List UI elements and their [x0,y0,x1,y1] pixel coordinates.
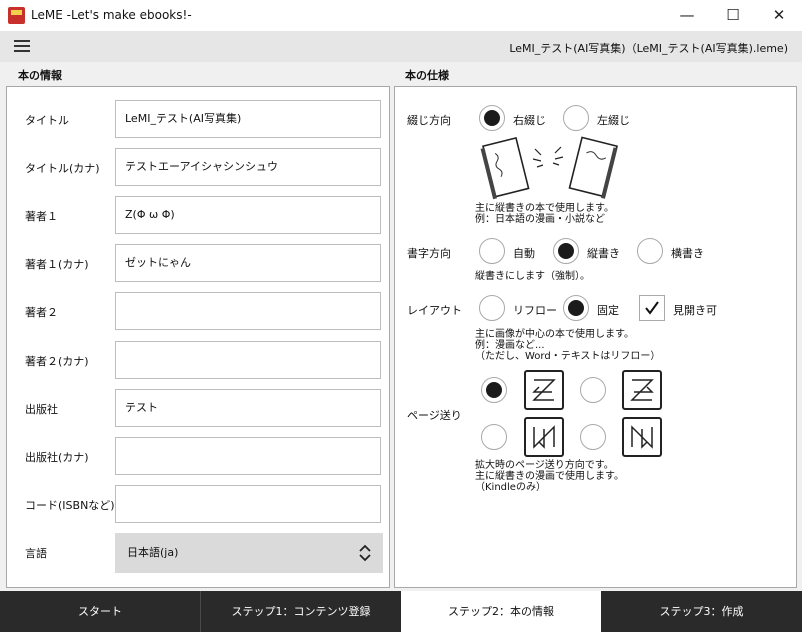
book-info-heading: 本の情報 [18,69,62,82]
layout-fixed-radio[interactable] [563,295,589,321]
hamburger-menu-icon[interactable] [14,40,30,53]
close-button[interactable]: ✕ [756,0,802,31]
page-turn-horizontal-rtl-icon [524,370,564,410]
step3-create-tab[interactable]: ステップ3：作成 [601,591,802,632]
book-info-panel: タイトル LeMI_テスト(AI写真集) タイトル(カナ) テストエーアイシャシ… [6,86,390,588]
writing-horizontal-label: 横書き [671,247,704,260]
isbn-code-input[interactable] [115,485,381,523]
book-spec-panel: 綴じ方向 右綴じ 左綴じ 主に縦書きの本で使用します。 例：日本語の漫画・小説な… [394,86,797,588]
writing-direction-label: 書字方向 [407,247,451,260]
book-spec-heading: 本の仕様 [405,69,449,82]
title-kana-input[interactable]: テストエーアイシャシンシュウ [115,148,381,186]
window-title: LeME -Let's make ebooks!- [31,8,192,22]
checkmark-icon [645,301,659,315]
field-row-publisher-kana: 出版社(カナ) [15,437,387,477]
field-row-publisher: 出版社 テスト [15,389,387,429]
writing-auto-radio[interactable] [479,238,505,264]
field-label: 著者２ [25,306,58,319]
layout-label: レイアウト [407,304,462,317]
chevron-up-down-icon [359,544,371,562]
page-turn-option-4-radio[interactable] [580,424,606,450]
minimize-button[interactable]: — [664,0,710,31]
author1-input[interactable]: Z(Φ ω Φ) [115,196,381,234]
language-select[interactable]: 日本語(ja) [115,533,383,573]
publisher-input[interactable]: テスト [115,389,381,427]
title-bar: LeME -Let's make ebooks!- — ☐ ✕ [0,0,802,31]
layout-reflow-label: リフロー [513,304,557,317]
field-row-code: コード(ISBNなど) [15,485,387,525]
field-label: 著者１ [25,210,58,223]
layout-fixed-label: 固定 [597,304,619,317]
page-turn-option-2-radio[interactable] [580,377,606,403]
writing-vertical-radio[interactable] [553,238,579,264]
publisher-kana-input[interactable] [115,437,381,475]
writing-vertical-label: 縦書き [587,247,620,260]
writing-horizontal-radio[interactable] [637,238,663,264]
page-turn-option-3-radio[interactable] [481,424,507,450]
binding-direction-book-icon [480,136,618,200]
binding-label: 綴じ方向 [407,114,451,127]
field-label: タイトル(カナ) [25,162,100,175]
page-turn-vertical-ltr-icon [622,417,662,457]
field-label: タイトル [25,114,69,127]
binding-left-radio[interactable] [563,105,589,131]
step2-book-info-tab[interactable]: ステップ2：本の情報 [401,591,601,632]
author1-kana-input[interactable]: ゼットにゃん [115,244,381,282]
page-turn-label: ページ送り [407,409,462,422]
step-start-tab[interactable]: スタート [0,591,200,632]
field-row-title: タイトル LeMI_テスト(AI写真集) [15,100,387,140]
binding-right-label: 右綴じ [513,114,546,127]
field-row-author2-kana: 著者２(カナ) [15,341,387,381]
title-input[interactable]: LeMI_テスト(AI写真集) [115,100,381,138]
page-turn-note: 拡大時のページ送り方向です。 主に縦書きの漫画で使用します。 （Kindleのみ… [475,460,624,493]
step1-content-tab[interactable]: ステップ1：コンテンツ登録 [201,591,401,632]
field-label: 出版社 [25,403,58,416]
app-logo-icon [8,7,25,24]
field-row-author1: 著者１ Z(Φ ω Φ) [15,196,387,236]
author2-input[interactable] [115,292,381,330]
field-row-author1-kana: 著者１(カナ) ゼットにゃん [15,244,387,284]
layout-reflow-radio[interactable] [479,295,505,321]
binding-note: 主に縦書きの本で使用します。 例：日本語の漫画・小説など [475,203,614,225]
field-row-author2: 著者２ [15,292,387,332]
author2-kana-input[interactable] [115,341,381,379]
project-path: LeMI_テスト(AI写真集)（LeMI_テスト(AI写真集).leme) [509,42,788,55]
binding-left-label: 左綴じ [597,114,630,127]
writing-auto-label: 自動 [513,247,535,260]
language-select-value: 日本語(ja) [127,546,179,559]
spread-checkbox[interactable] [639,295,665,321]
page-turn-horizontal-ltr-icon [622,370,662,410]
writing-direction-note: 縦書きにします（強制）。 [475,271,590,282]
field-label: 著者２(カナ) [25,355,89,368]
field-label: 言語 [25,547,47,560]
field-row-title-kana: タイトル(カナ) テストエーアイシャシンシュウ [15,148,387,188]
page-turn-option-1-radio[interactable] [481,377,507,403]
field-label: コード(ISBNなど) [25,499,115,512]
field-row-language: 言語 日本語(ja) [15,533,387,573]
binding-right-radio[interactable] [479,105,505,131]
spread-label: 見開き可 [673,304,717,317]
maximize-button[interactable]: ☐ [710,0,756,31]
step-navigation-bar: スタート ステップ1：コンテンツ登録 ステップ2：本の情報 ステップ3：作成 [0,591,802,632]
page-turn-vertical-rtl-icon [524,417,564,457]
field-label: 出版社(カナ) [25,451,89,464]
field-label: 著者１(カナ) [25,258,89,271]
layout-note: 主に画像が中心の本で使用します。 例：漫画など... （ただし、Word・テキス… [475,329,661,362]
